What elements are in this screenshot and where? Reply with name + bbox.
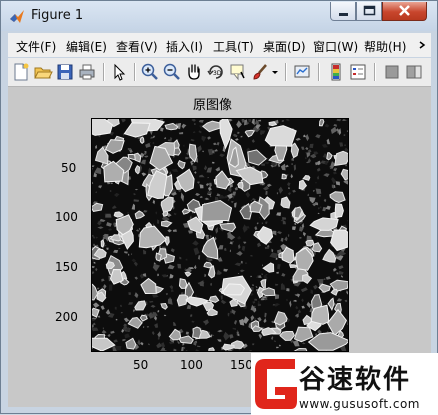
matlab-logo-icon xyxy=(10,10,24,23)
brush-icon[interactable] xyxy=(250,62,270,82)
y-tick-label: 50 xyxy=(61,161,77,175)
open-file-icon[interactable] xyxy=(33,62,53,82)
pan-hand-icon[interactable] xyxy=(184,62,204,82)
hide-plot-tools-icon[interactable] xyxy=(382,62,402,82)
toolbar-separator xyxy=(374,63,376,81)
image-axes[interactable] xyxy=(91,118,349,352)
minimize-button[interactable] xyxy=(330,2,356,21)
toolbar-separator xyxy=(318,63,320,81)
save-icon[interactable] xyxy=(55,62,75,82)
print-icon[interactable] xyxy=(77,62,97,82)
menu-desktop[interactable]: 桌面(D) xyxy=(263,38,306,55)
close-button[interactable] xyxy=(382,2,427,21)
grayscale-image xyxy=(92,119,348,351)
pointer-icon[interactable] xyxy=(109,62,129,82)
new-figure-icon[interactable] xyxy=(11,62,31,82)
menu-help[interactable]: 帮助(H) xyxy=(364,38,406,55)
figure-toolbar: 3D xyxy=(8,58,431,87)
watermark-url: www.gususoft.com xyxy=(299,397,420,411)
x-tick-label: 100 xyxy=(180,358,203,372)
legend-icon[interactable] xyxy=(348,62,368,82)
rotate-3d-icon[interactable]: 3D xyxy=(206,62,226,82)
watermark-brand: 谷速软件 xyxy=(299,365,412,395)
minimize-icon xyxy=(339,13,348,16)
menu-view[interactable]: 查看(V) xyxy=(116,38,158,55)
menu-insert[interactable]: 插入(I) xyxy=(166,38,203,55)
title-bar[interactable]: Figure 1 xyxy=(1,1,437,31)
figure-window: Figure 1 文件(F) 编辑(E) 查看(V) 插入(I) 工具(T) 桌… xyxy=(0,0,438,415)
menu-tools[interactable]: 工具(T) xyxy=(213,38,254,55)
axes-title: 原图像 xyxy=(193,98,233,113)
y-tick-label: 200 xyxy=(55,310,78,324)
toolbar-separator xyxy=(285,63,287,81)
menu-bar: 文件(F) 编辑(E) 查看(V) 插入(I) 工具(T) 桌面(D) 窗口(W… xyxy=(8,33,431,57)
toolbar-separator xyxy=(134,63,136,81)
zoom-in-icon[interactable] xyxy=(140,62,160,82)
data-cursor-icon[interactable] xyxy=(228,62,248,82)
maximize-button[interactable] xyxy=(356,2,382,21)
window-title: Figure 1 xyxy=(31,8,84,23)
menu-edit[interactable]: 编辑(E) xyxy=(66,38,107,55)
close-icon xyxy=(399,5,410,16)
dropdown-arrow-icon[interactable] xyxy=(270,62,280,82)
maximize-icon xyxy=(363,5,376,16)
x-tick-label: 150 xyxy=(230,358,253,372)
y-tick-label: 150 xyxy=(55,260,78,274)
y-tick-label: 100 xyxy=(55,210,78,224)
menu-file[interactable]: 文件(F) xyxy=(16,38,56,55)
colorbar-icon[interactable] xyxy=(326,62,346,82)
chevron-right-icon[interactable] xyxy=(418,40,428,50)
toolbar-separator xyxy=(103,63,105,81)
link-plot-icon[interactable] xyxy=(292,62,312,82)
menu-window[interactable]: 窗口(W) xyxy=(313,38,358,55)
svg-text:3D: 3D xyxy=(213,70,222,77)
zoom-out-icon[interactable] xyxy=(162,62,182,82)
show-plot-tools-icon[interactable] xyxy=(404,62,424,82)
x-tick-label: 50 xyxy=(133,358,149,372)
